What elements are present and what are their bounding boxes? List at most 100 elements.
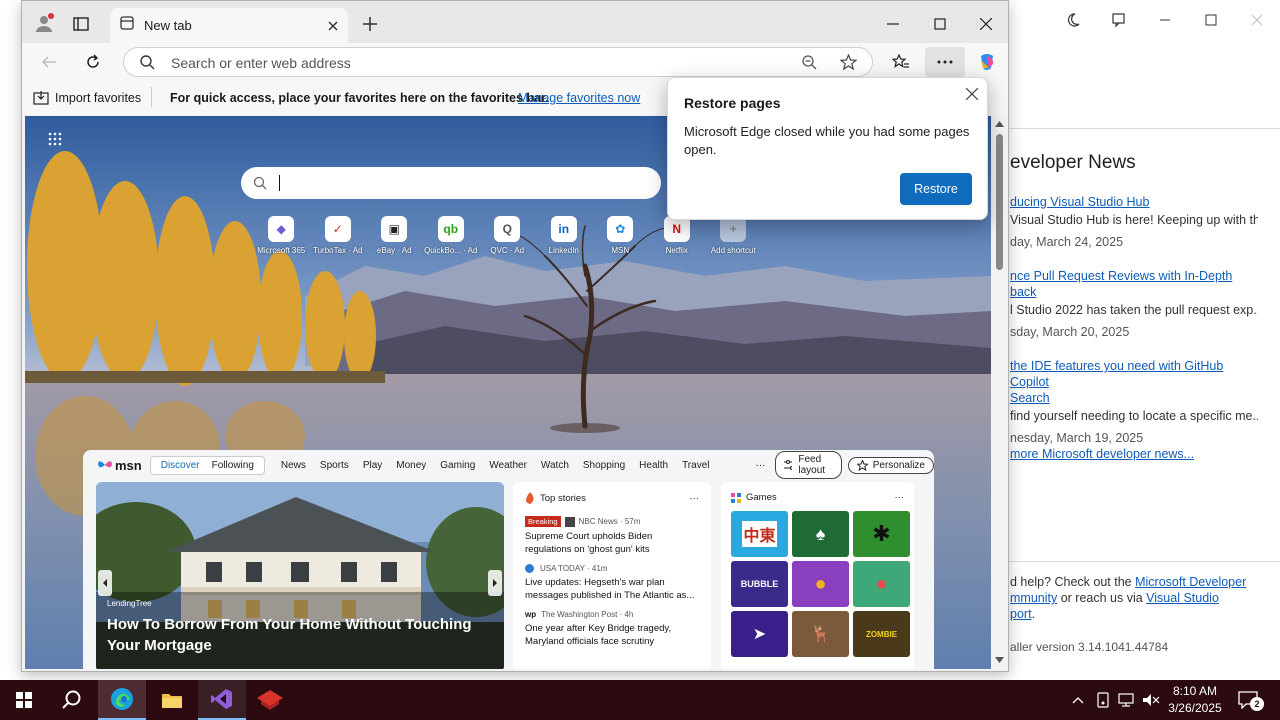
hero-previous-button[interactable]	[98, 570, 112, 596]
shortcut-glyph: Q	[502, 222, 512, 236]
shortcut-qvc[interactable]: Q QVC · Ad	[479, 216, 536, 255]
nav-travel[interactable]: Travel	[682, 460, 709, 471]
solitaire-game-icon[interactable]: ♠	[792, 511, 849, 557]
maximize-icon[interactable]	[929, 13, 951, 35]
scroll-up-icon[interactable]	[995, 121, 1004, 127]
nav-sports[interactable]: Sports	[320, 460, 349, 471]
favorites-icon[interactable]	[890, 51, 912, 73]
import-favorites-icon[interactable]	[33, 90, 49, 106]
games-grid-icon	[731, 492, 741, 503]
visual-studio-installer-taskbar-button[interactable]	[198, 680, 246, 720]
copilot-icon[interactable]	[976, 51, 998, 73]
zoom-out-icon[interactable]	[801, 54, 817, 70]
nav-health[interactable]: Health	[639, 460, 668, 471]
bubble-shooter-game-icon[interactable]: BUBBLE	[731, 561, 788, 607]
edge-taskbar-button[interactable]	[98, 680, 146, 720]
tab-following[interactable]: Following	[212, 460, 254, 471]
settings-more-icon[interactable]	[925, 47, 965, 77]
feed-layout-button[interactable]: Feed layout	[775, 451, 842, 479]
new-tab-icon	[120, 16, 134, 35]
msn-logo[interactable]: msn	[97, 458, 142, 473]
shortcut-microsoft-365[interactable]: ◆ Microsoft 365	[253, 216, 310, 255]
file-explorer-taskbar-button[interactable]	[148, 680, 196, 720]
minimize-icon[interactable]	[882, 13, 904, 35]
nav-news[interactable]: News	[281, 460, 306, 471]
taskbar-clock[interactable]: 8:10 AM 3/26/2025	[1165, 683, 1225, 717]
favorite-star-icon[interactable]	[840, 54, 857, 71]
show-hidden-icons-button[interactable]	[1068, 680, 1088, 720]
scroll-down-icon[interactable]	[995, 657, 1004, 663]
news-date: day, March 24, 2025	[1010, 235, 1124, 249]
import-favorites-button[interactable]: Import favorites	[55, 91, 141, 105]
device-tray-icon[interactable]	[1092, 680, 1114, 720]
shortcut-msn[interactable]: ✿ MSN	[592, 216, 649, 255]
mahjong-game-icon[interactable]: 中東	[731, 511, 788, 557]
nav-watch[interactable]: Watch	[541, 460, 569, 471]
shortcut-quickbooks[interactable]: qb QuickBo... · Ad	[423, 216, 480, 255]
web-search-input[interactable]	[241, 167, 661, 199]
news-link[interactable]: ducing Visual Studio Hub	[1010, 194, 1258, 210]
scrollbar-thumb[interactable]	[996, 134, 1003, 270]
bubble-pop-game-icon[interactable]: ●	[853, 561, 910, 607]
new-tab-button[interactable]	[359, 13, 381, 35]
minimize-icon[interactable]	[1142, 0, 1188, 40]
shortcut-linkedin[interactable]: in LinkedIn	[536, 216, 593, 255]
top-stories-more-button[interactable]: ···	[690, 493, 700, 504]
hero-next-button[interactable]	[488, 570, 502, 596]
spider-solitaire-game-icon[interactable]: ✱	[853, 511, 910, 557]
shortcut-ebay[interactable]: ▣ eBay · Ad	[366, 216, 423, 255]
close-dialog-icon[interactable]	[964, 86, 980, 102]
search-button[interactable]	[48, 680, 96, 720]
story-item[interactable]: USA TODAY · 41m Live updates: Hegseth's …	[525, 564, 699, 602]
hero-title[interactable]: How To Borrow From Your Home Without Tou…	[107, 614, 497, 656]
arrow-game-icon[interactable]: ➤	[731, 611, 788, 657]
page-scrollbar[interactable]	[991, 116, 1008, 669]
shortcut-netflix[interactable]: N Netflix	[649, 216, 706, 255]
nav-play[interactable]: Play	[363, 460, 382, 471]
maximize-icon[interactable]	[1188, 0, 1234, 40]
nav-weather[interactable]: Weather	[489, 460, 527, 471]
bubble-game-icon[interactable]: ●	[792, 561, 849, 607]
theme-toggle-icon[interactable]	[1050, 0, 1096, 40]
news-link[interactable]: the IDE features you need with GitHub Co…	[1010, 358, 1258, 406]
volume-tray-icon[interactable]	[1140, 680, 1162, 720]
divider	[1008, 128, 1280, 129]
close-icon[interactable]	[1234, 0, 1280, 40]
nav-money[interactable]: Money	[396, 460, 426, 471]
nav-shopping[interactable]: Shopping	[583, 460, 625, 471]
news-link[interactable]: nce Pull Request Reviews with In-Depth b…	[1010, 268, 1258, 300]
address-placeholder: Search or enter web address	[171, 55, 351, 71]
nav-more-button[interactable]: ···	[755, 460, 765, 471]
help-text-end: .	[1031, 607, 1036, 621]
games-more-button[interactable]: ···	[895, 492, 905, 503]
zombie-sniper-game-icon[interactable]: ZOMBIE	[853, 611, 910, 657]
more-news-link[interactable]: more Microsoft developer news...	[1010, 447, 1194, 461]
tab-discover[interactable]: Discover	[161, 460, 200, 471]
red-app-taskbar-button[interactable]	[246, 680, 294, 720]
manage-favorites-link[interactable]: Manage favorites now	[518, 91, 640, 105]
story-item[interactable]: wp The Washington Post · 4h One year aft…	[525, 610, 699, 648]
address-bar[interactable]: Search or enter web address	[123, 47, 873, 77]
deer-hunter-game-icon[interactable]: 🦌	[792, 611, 849, 657]
top-stories-header: Top stories ···	[525, 492, 699, 504]
profile-icon[interactable]	[32, 11, 56, 35]
app-launcher-icon[interactable]	[45, 129, 65, 149]
feedback-icon[interactable]	[1096, 0, 1142, 40]
add-shortcut-button[interactable]: + Add shortcut	[705, 216, 762, 255]
back-icon[interactable]	[38, 51, 60, 73]
close-tab-icon[interactable]	[328, 21, 338, 31]
story-item[interactable]: Breaking NBC News · 57m Supreme Court up…	[525, 516, 699, 556]
start-button[interactable]	[0, 680, 48, 720]
close-icon[interactable]	[975, 13, 997, 35]
tab-actions-icon[interactable]	[70, 13, 92, 35]
tab-new-tab[interactable]: New tab	[110, 8, 348, 43]
refresh-icon[interactable]	[82, 51, 104, 73]
personalize-button[interactable]: Personalize	[847, 456, 934, 474]
nav-gaming[interactable]: Gaming	[440, 460, 475, 471]
restore-button[interactable]: Restore	[900, 173, 972, 205]
hero-card[interactable]: LendingTree How To Borrow From Your Home…	[96, 482, 504, 669]
network-tray-icon[interactable]	[1116, 680, 1138, 720]
shortcut-turbotax[interactable]: ✓ TurboTax · Ad	[310, 216, 367, 255]
notifications-button[interactable]: 2	[1228, 680, 1268, 720]
washington-post-icon: wp	[525, 610, 537, 619]
